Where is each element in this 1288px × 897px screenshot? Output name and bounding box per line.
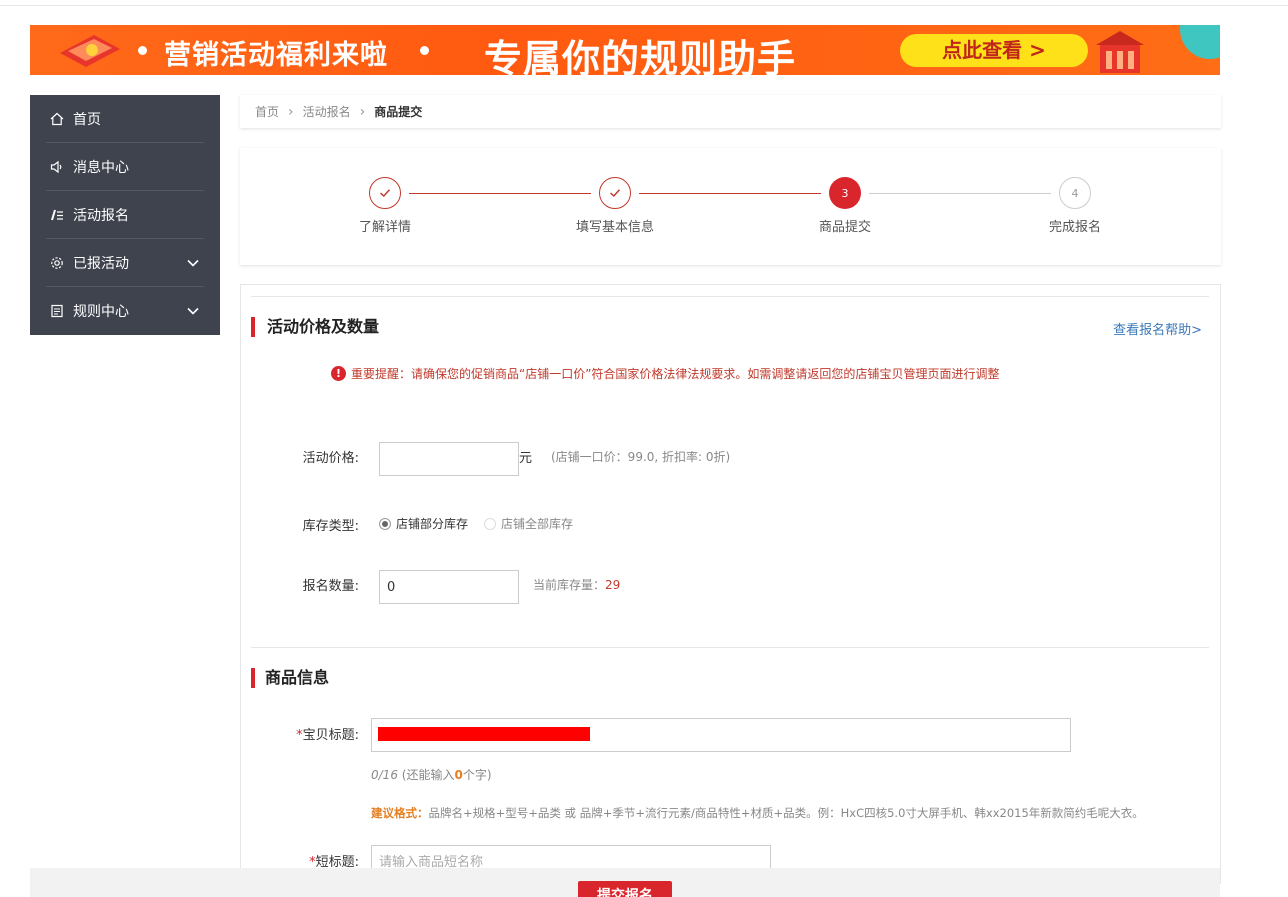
suggested-format: 建议格式：品牌名+规格+型号+品类 或 品牌+季节+流行元素/商品特性+材质+品… — [371, 805, 1144, 821]
step-4-number: 4 — [1059, 177, 1091, 209]
exclamation-icon: ! — [331, 366, 346, 381]
divider — [251, 647, 1209, 648]
counter-text: 0/16 — [371, 768, 398, 782]
sidebar-item-messages[interactable]: 消息中心 — [46, 143, 204, 191]
activity-price-input[interactable] — [379, 442, 519, 476]
counter-prefix: (还能输入 — [401, 768, 455, 782]
sidebar-item-activity-signup[interactable]: 活动报名 — [46, 191, 204, 239]
sidebar-item-rules-center[interactable]: 规则中心 — [46, 287, 204, 335]
step-2-check-icon — [599, 177, 631, 209]
notice-text: 重要提醒：请确保您的促销商品“店铺一口价”符合国家价格法律法规要求。如需调整请返… — [351, 367, 1000, 381]
red-envelope-icon — [60, 35, 120, 67]
section-title-product: 商品信息 — [251, 668, 329, 688]
counter-remaining: 0 — [454, 768, 463, 782]
activity-price-label: 活动价格: — [302, 451, 359, 466]
breadcrumb: 首页 › 活动报名 › 商品提交 — [240, 95, 1221, 128]
item-title-label-text: 宝贝标题: — [302, 728, 359, 743]
title-char-counter: 0/16 (还能输入0个字) — [371, 766, 492, 783]
format-label: 建议格式： — [371, 806, 429, 820]
radio-unselected-icon — [484, 517, 496, 530]
step-connector — [409, 193, 591, 194]
breadcrumb-home-link[interactable]: 首页 — [255, 103, 279, 120]
important-notice: ! 重要提醒：请确保您的促销商品“店铺一口价”符合国家价格法律法规要求。如需调整… — [331, 365, 999, 382]
chevron-down-icon[interactable] — [186, 256, 200, 270]
current-stock-hint: 当前库存量：29 — [533, 576, 620, 593]
sidebar-item-label: 规则中心 — [73, 304, 129, 320]
step-2-label: 填写基本信息 — [575, 220, 654, 235]
chevron-down-icon[interactable] — [186, 304, 200, 318]
step-3-number: 3 — [829, 177, 861, 209]
item-title-input[interactable] — [371, 718, 1071, 752]
price-unit: 元 — [519, 451, 533, 466]
sidebar-item-label: 活动报名 — [73, 207, 129, 224]
signup-help-link[interactable]: 查看报名帮助> — [1113, 319, 1202, 338]
breadcrumb-activity-link[interactable]: 活动报名 — [303, 103, 351, 120]
gear-icon — [49, 255, 65, 271]
footer-bar: 提交报名 — [30, 868, 1220, 897]
section-title-price: 活动价格及数量 — [251, 317, 379, 337]
step-connector — [639, 193, 821, 194]
redacted-title-text — [378, 727, 590, 741]
radio-label: 店铺部分库存 — [396, 517, 469, 531]
step-3-label: 商品提交 — [818, 220, 871, 235]
banner-corner-decoration — [1180, 25, 1220, 59]
quantity-input[interactable] — [379, 570, 519, 604]
speaker-icon — [49, 159, 65, 175]
top-divider — [0, 5, 1288, 6]
sidebar-item-label: 首页 — [73, 111, 101, 128]
banner-cta-button[interactable]: 点此查看 > — [900, 34, 1088, 67]
step-1-check-icon — [369, 177, 401, 209]
signup-form-panel: 活动价格及数量 查看报名帮助> ! 重要提醒：请确保您的促销商品“店铺一口价”符… — [240, 284, 1221, 884]
banner-dot-left — [138, 46, 147, 55]
stock-hint-value: 29 — [605, 578, 621, 592]
sidebar-item-registered-activities[interactable]: 已报活动 — [46, 239, 204, 287]
progress-steps: 3 4 了解详情 填写基本信息 商品提交 完成报名 — [240, 148, 1221, 265]
stock-type-label: 库存类型: — [302, 519, 359, 534]
breadcrumb-current: 商品提交 — [374, 105, 423, 119]
item-title-label: *宝贝标题: — [279, 724, 359, 743]
banner-text-2: 专属你的规则助手 — [484, 37, 797, 75]
step-4-label: 完成报名 — [1048, 220, 1101, 235]
format-text: 品牌名+规格+型号+品类 或 品牌+季节+流行元素/商品特性+材质+品类。例：H… — [428, 806, 1144, 820]
stock-hint-label: 当前库存量： — [533, 578, 606, 592]
promo-banner[interactable]: 营销活动福利来啦 专属你的规则助手 点此查看 > — [30, 25, 1220, 75]
chevron-right-icon: › — [288, 103, 294, 120]
submit-signup-button[interactable]: 提交报名 — [578, 881, 672, 897]
home-icon — [49, 111, 65, 127]
sidebar-item-label: 已报活动 — [73, 255, 129, 272]
stock-all-radio[interactable]: 店铺全部库存 — [484, 515, 573, 532]
radio-selected-icon — [379, 517, 391, 530]
sidebar: 首页 消息中心 活动报名 已报活动 规则中心 — [30, 95, 220, 335]
counter-suffix: 个字) — [462, 768, 492, 782]
step-connector — [869, 193, 1051, 194]
stock-partial-radio[interactable]: 店铺部分库存 — [379, 515, 468, 532]
document-icon — [49, 303, 65, 319]
quantity-label: 报名数量: — [302, 579, 359, 594]
sidebar-item-label: 消息中心 — [73, 159, 129, 176]
chevron-right-icon: › — [359, 103, 366, 120]
step-1-label: 了解详情 — [358, 220, 411, 235]
sidebar-item-home[interactable]: 首页 — [46, 95, 204, 143]
banner-text-1: 营销活动福利来啦 — [164, 40, 388, 71]
building-icon — [1096, 31, 1144, 73]
divider — [251, 296, 1209, 297]
edit-list-icon — [49, 207, 65, 223]
radio-label: 店铺全部库存 — [501, 517, 574, 531]
banner-dot-right — [420, 46, 429, 55]
price-hint: (店铺一口价：99.0, 折扣率: 0折) — [551, 450, 731, 464]
